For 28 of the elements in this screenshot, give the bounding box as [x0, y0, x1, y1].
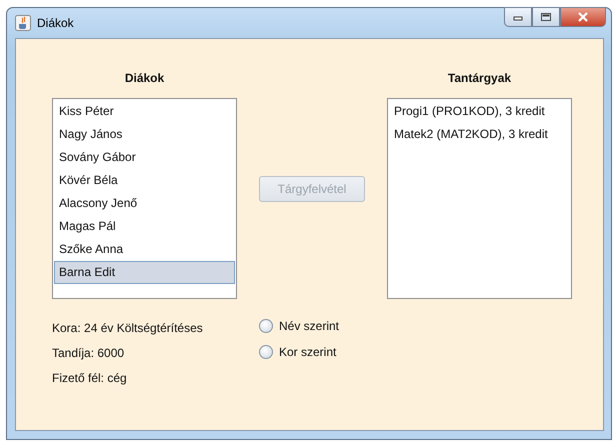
info-text: Kora: 24 év Költségtérítéses [52, 321, 204, 335]
radio-button[interactable] [259, 319, 273, 333]
list-item[interactable]: Matek2 (MAT2KOD), 3 kredit [389, 123, 570, 146]
info-text: Tandíja: 6000 [52, 346, 126, 360]
list-item[interactable]: Kövér Béla [54, 169, 235, 192]
cup-icon [15, 15, 31, 31]
list-item[interactable]: Progi1 (PRO1KOD), 3 kredit [389, 100, 570, 123]
list-heading: Tantárgyak [448, 71, 512, 85]
close-icon [577, 12, 589, 22]
subject-list[interactable]: Progi1 (PRO1KOD), 3 kredit Matek2 (MAT2KOD), 3 kredit [387, 98, 572, 299]
radio-label[interactable]: Név szerint [279, 318, 340, 334]
maximize-button[interactable] [532, 7, 560, 27]
list-item[interactable]: Kiss Péter [54, 100, 235, 123]
radio-button[interactable] [259, 345, 273, 359]
maximize-icon [540, 12, 552, 22]
list-item[interactable]: Szőke Anna [54, 238, 235, 261]
student-list[interactable]: Kiss Péter Nagy János Sovány Gábor Kövér Béla Alacsony Jenő Magas Pál Szőke Anna Barna Edit [52, 98, 237, 299]
info-text: Fizető fél: cég [52, 371, 128, 385]
radio-label[interactable]: Kor szerint [279, 344, 336, 360]
list-item[interactable]: Nagy János [54, 123, 235, 146]
list-item[interactable]: Alacsony Jenő [54, 192, 235, 215]
list-item[interactable]: Magas Pál [54, 215, 235, 238]
list-item[interactable]: Sovány Gábor [54, 146, 235, 169]
close-button[interactable] [560, 7, 606, 27]
window-title: Diákok [37, 16, 74, 30]
list-heading: Diákok [124, 71, 164, 85]
minimize-button[interactable] [504, 7, 532, 27]
list-item[interactable]: Barna Edit [54, 261, 235, 284]
